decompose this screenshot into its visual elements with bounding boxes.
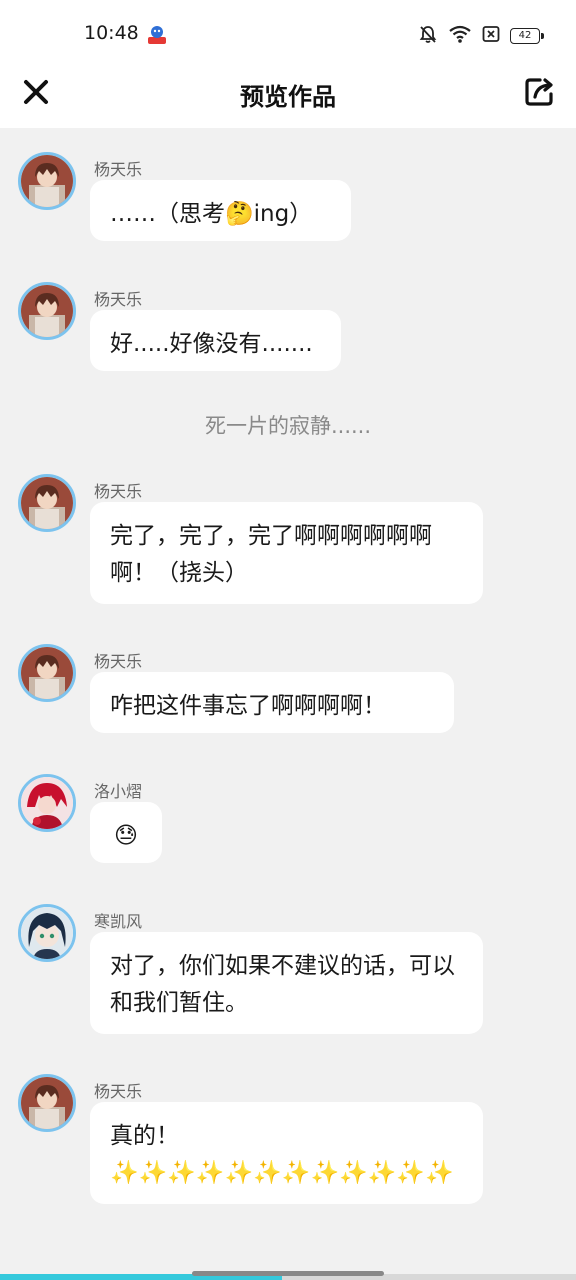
message-bubble[interactable]: ……（思考🤔ing）: [90, 180, 351, 241]
chat-list[interactable]: 杨天乐 ……（思考🤔ing） 杨天乐 好.....好像没有....... 死一片…: [0, 128, 576, 1268]
avatar-yang-tianle[interactable]: [18, 282, 76, 340]
home-indicator[interactable]: [192, 1271, 384, 1276]
message-bubble[interactable]: 😓: [90, 802, 162, 863]
share-icon[interactable]: [522, 74, 558, 110]
status-time: 10:48: [84, 22, 139, 44]
sender-name: 杨天乐: [94, 160, 143, 179]
sim-off-icon: [482, 25, 500, 47]
message-bubble[interactable]: 真的！✨✨✨✨✨✨✨✨✨✨✨✨: [90, 1102, 483, 1204]
avatar-yang-tianle[interactable]: [18, 474, 76, 532]
status-bar: 10:48 42: [0, 0, 576, 62]
sender-name: 杨天乐: [94, 290, 143, 309]
page-title: 预览作品: [240, 83, 336, 111]
sender-name: 杨天乐: [94, 652, 143, 671]
top-bar: 预览作品: [0, 62, 576, 128]
narration-text: 死一片的寂静......: [204, 414, 372, 438]
sender-name: 杨天乐: [94, 482, 143, 501]
avatar-luo-xiaoyi[interactable]: [18, 774, 76, 832]
battery-icon: 42: [510, 28, 544, 44]
avatar-yang-tianle[interactable]: [18, 1074, 76, 1132]
status-icons: 42: [418, 24, 544, 48]
wifi-icon: [448, 24, 472, 48]
app-notification-icon: [146, 24, 168, 46]
message-bubble[interactable]: 咋把这件事忘了啊啊啊啊！: [90, 672, 454, 733]
sender-name: 杨天乐: [94, 1082, 143, 1101]
sender-name: 寒凯风: [94, 912, 143, 931]
avatar-yang-tianle[interactable]: [18, 644, 76, 702]
avatar-han-kaifeng[interactable]: [18, 904, 76, 962]
mute-bell-icon: [418, 24, 438, 48]
message-bubble[interactable]: 完了，完了，完了啊啊啊啊啊啊啊！（挠头）: [90, 502, 483, 604]
avatar-yang-tianle[interactable]: [18, 152, 76, 210]
message-bubble[interactable]: 对了，你们如果不建议的话，可以和我们暂住。: [90, 932, 483, 1034]
message-bubble[interactable]: 好.....好像没有.......: [90, 310, 341, 371]
sender-name: 洛小熠: [94, 782, 143, 801]
